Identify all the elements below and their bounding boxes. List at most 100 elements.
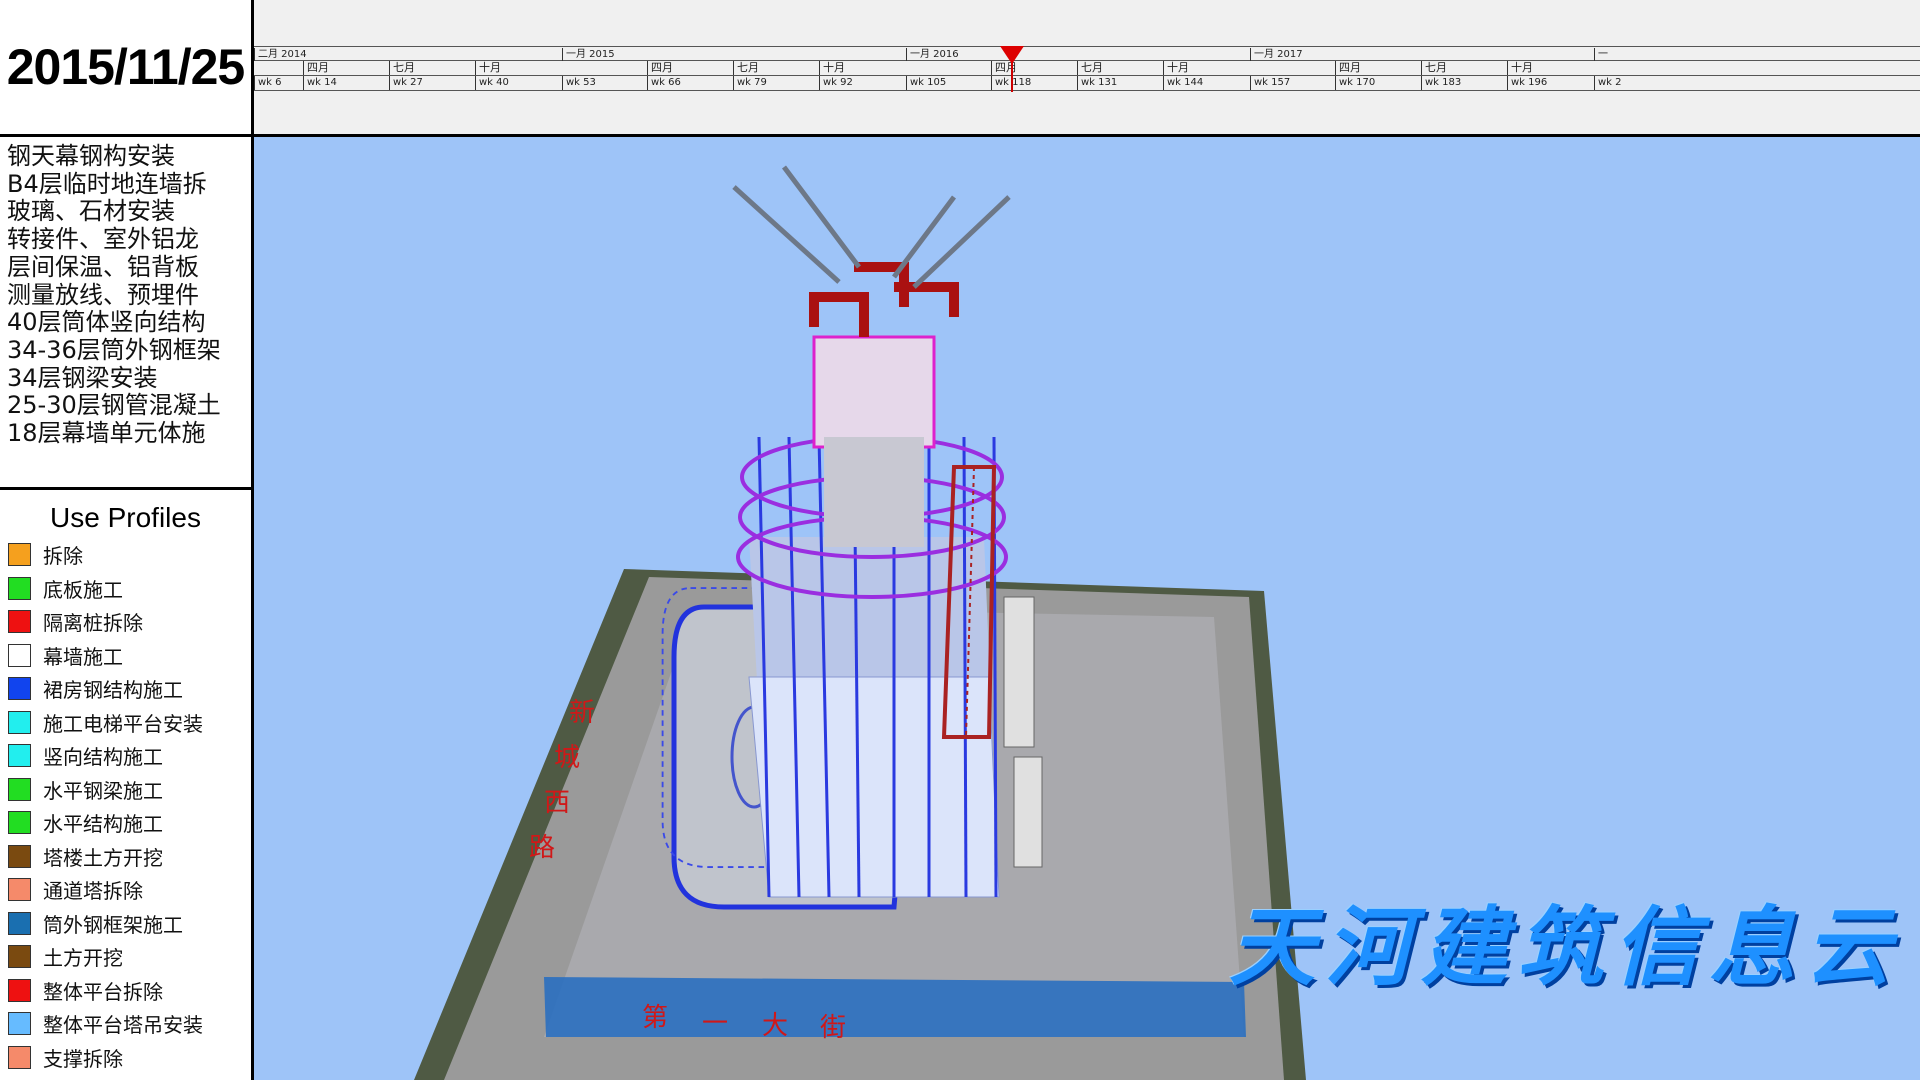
timeline-week-label: wk 131 [1077,76,1117,90]
legend-item: 筒外钢框架施工 [0,907,251,941]
timeline-year-label: 一月 2015 [562,48,615,61]
timeline-month-label: 十月 [475,61,501,75]
timeline-top-line [254,46,1920,47]
legend-label: 整体平台塔吊安装 [43,1013,203,1038]
road-character: 一 [702,1009,729,1039]
timeline-month-label: 四月 [303,61,329,75]
legend-swatch [8,878,31,902]
legend-swatch [8,1045,31,1069]
legend-label: 底板施工 [43,577,123,602]
active-task: 玻璃、石材安装 [7,197,175,226]
legend-panel: Use Profiles 拆除底板施工隔离桩拆除幕墙施工裙房钢结构施工 施工电梯平… [0,490,254,1080]
tower-glass-lower [748,676,1000,898]
model-viewport[interactable]: 新城西路 第 一 大 街 天河建筑信息云 [254,137,1920,1080]
timeline-month-label: 七月 [733,61,759,75]
timeline-week-label: wk 157 [1250,76,1290,90]
site-office [1003,596,1035,748]
legend-swatch [8,844,31,868]
legend-item: 整体平台塔吊安装 [0,1007,251,1041]
active-task: 25-30层钢管混凝土 [7,391,221,420]
timeline-line [254,90,1920,91]
road-character: 路 [529,833,556,863]
active-task: 34层钢梁安装 [7,363,158,392]
timeline-week-label: wk 14 [303,76,337,90]
legend-item: 施工电梯平台安装 [0,706,251,740]
legend-label: 筒外钢框架施工 [43,912,183,937]
legend-title: Use Profiles [50,502,201,533]
legend-item: 底板施工 [0,572,251,606]
timeline-ruler[interactable]: 二月 2014 一月 2015 一月 2016 一月 2017 一 四月 七月 十月 四月 七月… [254,0,1920,137]
active-task: 40层筒体竖向结构 [7,308,206,337]
timeline-month-label: 七月 [389,61,415,75]
road-character: 街 [820,1013,847,1043]
timeline-year-label: 一月 2016 [906,48,959,61]
timeline-month-label: 四月 [647,61,673,75]
timeline-month-label: 四月 [1335,61,1361,75]
road-character: 西 [544,788,571,818]
timeline-month-label: 十月 [1507,61,1533,75]
timeline-week-label: wk 2 [1594,76,1622,90]
road-character: 大 [762,1011,789,1041]
legend-item: 裙房钢结构施工 [0,672,251,706]
active-task: 钢天幕钢构安装 [7,142,175,170]
legend-label: 隔离桩拆除 [43,611,143,636]
legend-label: 施工电梯平台安装 [43,711,203,736]
legend-swatch [8,911,31,935]
active-task: 18层幕墙单元体施 [7,419,206,448]
timeline-year-label: 一月 2017 [1250,48,1303,61]
legend-label: 水平结构施工 [43,812,163,837]
timeline-week-label: wk 196 [1507,76,1547,90]
legend-swatch [8,978,31,1002]
legend-swatch [8,945,31,969]
brand-watermark: 天河建筑信息云 [1229,898,1901,998]
timeline-week-label: wk 183 [1421,76,1461,90]
legend-label: 通道塔拆除 [43,879,143,904]
legend-label: 裙房钢结构施工 [43,678,183,703]
legend-item: 塔楼土方开挖 [0,840,251,874]
legend-item: 整体平台拆除 [0,974,251,1008]
legend-item: 隔离桩拆除 [0,605,251,639]
legend-label: 整体平台拆除 [43,979,163,1004]
site-office-2 [1013,756,1043,868]
road-character: 第 [642,1003,669,1033]
legend-label: 土方开挖 [43,946,123,971]
timeline-scale[interactable]: 二月 2014 一月 2015 一月 2016 一月 2017 一 四月 七月 十月 四月 七月… [254,46,1920,92]
legend-item: 竖向结构施工 [0,739,251,773]
timeline-week-label: wk 92 [819,76,853,90]
current-date-panel: 2015/11/25 [0,0,254,137]
legend-label: 塔楼土方开挖 [43,845,163,870]
legend-label: 竖向结构施工 [43,745,163,770]
timeline-week-label: wk 40 [475,76,509,90]
legend-label: 支撑拆除 [43,1046,123,1071]
active-task: 层间保温、铝背板 [7,252,199,281]
current-date: 2015/11/25 [6,39,245,95]
legend-swatch [8,610,31,634]
legend-swatch [8,643,31,667]
timeline-month-label: 十月 [819,61,845,75]
active-task-list: 钢天幕钢构安装 B4层临时地连墙拆 玻璃、石材安装 转接件、室外铝龙 层间保温、铝背板测… [7,142,251,448]
core-tube [824,437,924,547]
timeline-month-label: 七月 [1421,61,1447,75]
legend-swatch [8,576,31,600]
legend-swatch [8,1012,31,1036]
active-task: 测量放线、预埋件 [7,280,199,309]
legend-item: 水平钢梁施工 [0,773,251,807]
road-character: 新 [569,698,596,728]
legend-swatch [8,777,31,801]
timeline-week-label: wk 79 [733,76,767,90]
legend-label: 幕墙施工 [43,644,123,669]
timeline-playhead-marker[interactable] [1000,46,1024,64]
timeline-week-label: wk 53 [562,76,596,90]
legend-item: 通道塔拆除 [0,873,251,907]
timeline-week-label: wk 144 [1163,76,1203,90]
legend-list: 拆除底板施工隔离桩拆除幕墙施工裙房钢结构施工 施工电梯平台安装 竖向结构施工水平钢梁… [0,538,251,1074]
timeline-month-label: 十月 [1163,61,1189,75]
legend-swatch [8,710,31,734]
legend-item: 水平结构施工 [0,806,251,840]
legend-swatch [8,811,31,835]
legend-item: 拆除 [0,538,251,572]
timeline-month-label: 七月 [1077,61,1103,75]
legend-label: 拆除 [43,544,83,569]
legend-swatch [8,677,31,701]
timeline-week-label: wk 27 [389,76,423,90]
